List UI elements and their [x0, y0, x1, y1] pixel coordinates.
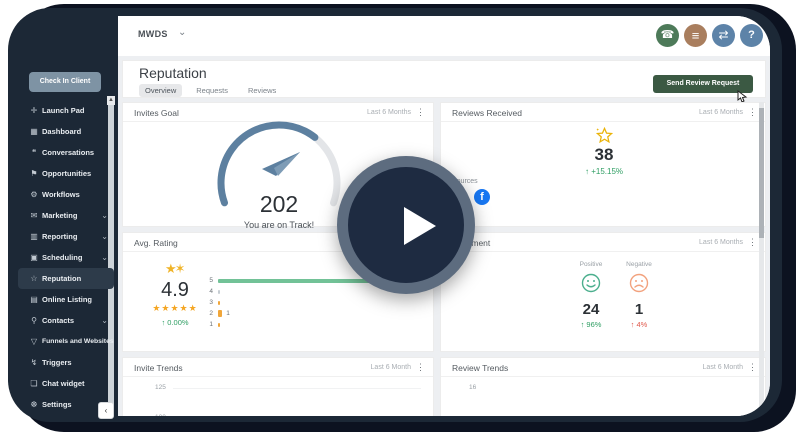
- five-stars: ★★★★★: [152, 303, 198, 313]
- tab-reviews[interactable]: Reviews: [242, 84, 282, 97]
- rating-distribution-chart: 537 4 3 21 1: [203, 275, 387, 330]
- content-scrollbar-thumb[interactable]: [759, 108, 764, 238]
- sidebar-item-chat-widget[interactable]: ❏ Chat widget: [18, 373, 114, 394]
- sidebar-item-launch-pad[interactable]: ✛ Launch Pad: [18, 100, 114, 121]
- chat-bubble-icon: ❝: [31, 148, 37, 157]
- dashboard-icon: ▦: [30, 127, 38, 136]
- rating-row-1: 1: [203, 319, 387, 330]
- card-header: Reviews Received Last 6 Months ⋮: [441, 103, 765, 122]
- rating-bar: [218, 300, 220, 305]
- sidebar-item-conversations[interactable]: ❝ Conversations: [18, 142, 114, 163]
- flag-icon: ⚑: [30, 169, 38, 178]
- invite-trends-card: Invite Trends Last 6 Month ⋮ 125 100: [122, 357, 434, 416]
- sidebar-item-dashboard[interactable]: ▦ Dashboard: [18, 121, 114, 142]
- account-switcher[interactable]: MWDS: [138, 29, 168, 39]
- sidebar-item-scheduling[interactable]: ▣ Scheduling ⌄: [18, 247, 114, 268]
- kebab-menu-icon[interactable]: ⋮: [748, 362, 757, 373]
- star-icon: ☆: [30, 274, 38, 283]
- sidebar-item-marketing[interactable]: ✉ Marketing ⌄: [18, 205, 114, 226]
- chevron-down-icon[interactable]: ⌄: [178, 27, 186, 38]
- y-tick-16: 16: [469, 384, 477, 391]
- kebab-menu-icon[interactable]: ⋮: [748, 237, 757, 248]
- rating-bar: [218, 310, 223, 317]
- check-in-client-button[interactable]: Check In Client: [29, 72, 101, 92]
- chevron-down-icon: ⌄: [101, 232, 108, 241]
- rating-row-3: 3: [203, 297, 387, 308]
- help-icon[interactable]: ?: [740, 24, 763, 47]
- rating-bar: [218, 278, 376, 283]
- sidebar-item-workflows[interactable]: ⚙ Workflows: [18, 184, 114, 205]
- switch-account-icon[interactable]: ⇄: [712, 24, 735, 47]
- gear-nodes-icon: ⚙: [30, 190, 38, 199]
- sidebar-item-reporting[interactable]: ▥ Reporting ⌄: [18, 226, 114, 247]
- sentiment-negative: Negative 1 ↑ 4%: [609, 261, 669, 329]
- chevron-down-icon: ⌄: [101, 316, 108, 325]
- facebook-icon[interactable]: f: [474, 189, 490, 205]
- sidebar-nav: ✛ Launch Pad ▦ Dashboard ❝ Conversations ⚑ O…: [18, 100, 114, 415]
- sidebar-collapse-button[interactable]: ‹: [98, 402, 114, 419]
- envelope-icon: ✉: [30, 211, 38, 220]
- review-trends-card: Review Trends Last 6 Month ⋮ 16: [440, 357, 766, 416]
- reviews-received-change: ↑ +15.15%: [584, 167, 624, 176]
- negative-change: ↑ 4%: [630, 320, 648, 329]
- chevron-down-icon: ⌄: [101, 211, 108, 220]
- rating-bar: [218, 289, 220, 294]
- sidebar-item-triggers[interactable]: ↯ Triggers: [18, 352, 114, 373]
- play-icon: [404, 207, 436, 245]
- sidebar-item-contacts[interactable]: ⚲ Contacts ⌄: [18, 310, 114, 331]
- frowny-face-icon: [609, 273, 669, 298]
- card-header: Sentiment Last 6 Months ⋮: [441, 233, 765, 252]
- rating-row-2: 21: [209, 310, 230, 317]
- date-range-label[interactable]: Last 6 Months: [699, 239, 743, 246]
- avg-rating-change: ↑ 0.00%: [161, 318, 189, 327]
- listing-icon: ▤: [30, 295, 38, 304]
- reviews-received-card: Reviews Received Last 6 Months ⋮ 38 ↑ +1…: [440, 102, 766, 227]
- brand-logo: [768, 24, 770, 51]
- chevron-down-icon: ⌄: [101, 253, 108, 262]
- sidebar-item-online-listing[interactable]: ▤ Online Listing: [18, 289, 114, 310]
- date-range-label[interactable]: Last 6 Months: [367, 109, 411, 116]
- date-range-label[interactable]: Last 6 Month: [703, 364, 743, 371]
- card-header: Invite Trends Last 6 Month ⋮: [123, 358, 433, 377]
- funnel-icon: ▽: [30, 337, 38, 346]
- person-icon: ⚲: [31, 316, 37, 325]
- bolt-icon: ↯: [30, 358, 38, 367]
- kebab-menu-icon[interactable]: ⋮: [416, 107, 425, 118]
- kebab-menu-icon[interactable]: ⋮: [748, 107, 757, 118]
- launch-pad-icon: ✛: [30, 106, 38, 115]
- kebab-menu-icon[interactable]: ⋮: [416, 362, 425, 373]
- stars-cluster-icon: ★✶: [165, 261, 185, 276]
- avg-rating-value: 4.9: [161, 279, 189, 301]
- rating-bar: [218, 322, 220, 327]
- chat-widget-icon: ❏: [30, 379, 38, 388]
- chart-icon: ▥: [30, 232, 38, 241]
- marketing-screenshot-stage: Check In Client ▲ ✛ Launch Pad ▦ Dashboard…: [0, 0, 796, 432]
- sidebar-item-opportunities[interactable]: ⚑ Opportunities: [18, 163, 114, 184]
- sidebar-item-reputation[interactable]: ☆ Reputation: [18, 268, 114, 289]
- card-header: Invites Goal Last 6 Months ⋮: [123, 103, 433, 122]
- rating-row-4: 4: [203, 286, 387, 297]
- y-tick-125: 125: [155, 384, 166, 391]
- phone-icon[interactable]: ☎: [656, 24, 679, 47]
- card-header: Review Trends Last 6 Month ⋮: [441, 358, 765, 377]
- page-title: Reputation: [139, 65, 207, 81]
- list-icon[interactable]: ≡: [684, 24, 707, 47]
- sentiment-card: Sentiment Last 6 Months ⋮ Positive 24 ↑ …: [440, 232, 766, 352]
- video-play-button[interactable]: [337, 156, 475, 294]
- negative-value: 1: [634, 301, 644, 318]
- paper-plane-icon: [262, 152, 300, 176]
- tab-overview[interactable]: Overview: [139, 84, 183, 97]
- tab-requests[interactable]: Requests: [190, 84, 234, 97]
- topbar: MWDS ⌄ ☎ ≡ ⇄ ?: [118, 16, 770, 56]
- settings-icon: ☸: [30, 400, 38, 409]
- sidebar-item-funnels-and-websites[interactable]: ▽ Funnels and Websites: [18, 331, 114, 352]
- tab-bar: Overview Requests Reviews: [139, 84, 282, 97]
- page-header-card: Reputation Overview Requests Reviews Sen…: [122, 60, 766, 103]
- date-range-label[interactable]: Last 6 Months: [699, 109, 743, 116]
- reviews-received-value: 38: [594, 145, 614, 164]
- y-tick-100: 100: [155, 414, 166, 416]
- gridline: [173, 388, 421, 389]
- calendar-icon: ▣: [30, 253, 38, 262]
- date-range-label[interactable]: Last 6 Month: [371, 364, 411, 371]
